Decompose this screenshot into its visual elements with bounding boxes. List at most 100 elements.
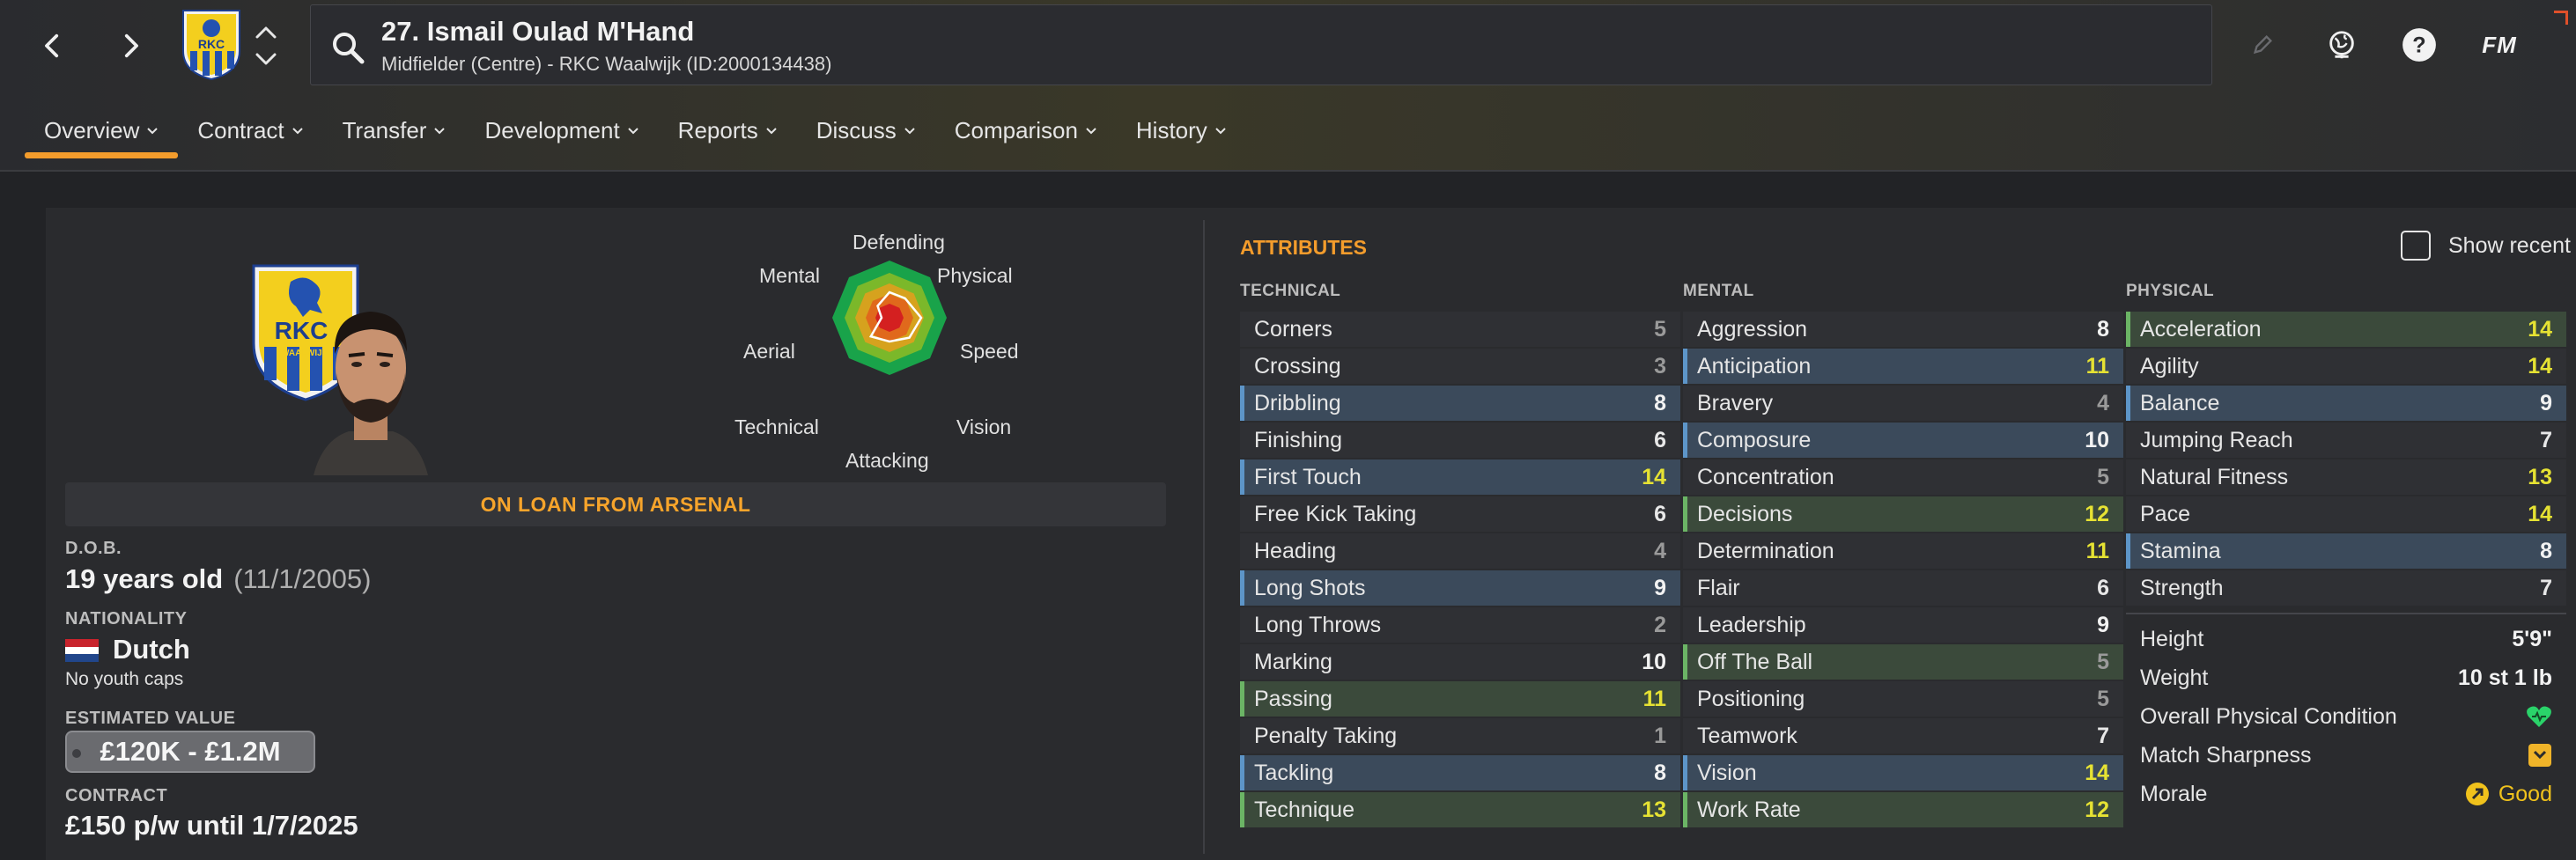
attribute-row-technical[interactable]: First Touch 14 bbox=[1240, 459, 1680, 495]
attribute-row-technical[interactable]: Long Shots 9 bbox=[1240, 570, 1680, 606]
attribute-row-technical[interactable]: Dribbling 8 bbox=[1240, 386, 1680, 421]
svg-text:RKC: RKC bbox=[198, 37, 225, 51]
tab-comparison[interactable]: Comparison bbox=[935, 106, 1117, 155]
help-icon[interactable]: ? bbox=[2399, 25, 2439, 65]
contract-value[interactable]: £150 p/w until 1/7/2025 bbox=[65, 810, 358, 842]
tab-development[interactable]: Development bbox=[465, 106, 658, 155]
player-search-box[interactable]: 27. Ismail Oulad M'Hand Midfielder (Cent… bbox=[310, 4, 2212, 85]
tab-history[interactable]: History bbox=[1117, 106, 1246, 155]
tab-label: Contract bbox=[197, 116, 284, 143]
technical-header: TECHNICAL bbox=[1240, 282, 1341, 300]
attribute-value: 9 bbox=[2097, 612, 2109, 637]
attribute-row-mental[interactable]: Off The Ball 5 bbox=[1683, 644, 2123, 680]
attribute-row-mental[interactable]: Positioning 5 bbox=[1683, 681, 2123, 717]
attribute-row-mental[interactable]: Concentration 5 bbox=[1683, 459, 2123, 495]
attribute-name: Flair bbox=[1697, 575, 1740, 600]
attribute-name: Vision bbox=[1697, 760, 1757, 785]
tab-transfer[interactable]: Transfer bbox=[323, 106, 466, 155]
attribute-row-mental[interactable]: Leadership 9 bbox=[1683, 607, 2123, 643]
attribute-row-physical[interactable]: Jumping Reach 7 bbox=[2126, 423, 2566, 458]
attribute-name: Positioning bbox=[1697, 686, 1805, 711]
attribute-row-technical[interactable]: Corners 5 bbox=[1240, 312, 1680, 347]
attribute-name: Leadership bbox=[1697, 612, 1806, 637]
attribute-row-mental[interactable]: Decisions 12 bbox=[1683, 496, 2123, 532]
morale-row[interactable]: Morale Good bbox=[2126, 776, 2566, 812]
attribute-row-physical[interactable]: Stamina 8 bbox=[2126, 533, 2566, 569]
corner-marker bbox=[2554, 11, 2568, 25]
attribute-value: 4 bbox=[1654, 538, 1666, 563]
globe-icon[interactable] bbox=[2321, 25, 2362, 65]
attribute-row-technical[interactable]: Free Kick Taking 6 bbox=[1240, 496, 1680, 532]
attribute-row-technical[interactable]: Technique 13 bbox=[1240, 792, 1680, 827]
chevron-down-icon bbox=[766, 128, 777, 135]
attribute-row-mental[interactable]: Flair 6 bbox=[1683, 570, 2123, 606]
chevron-badge-icon bbox=[2528, 743, 2552, 768]
edit-pencil-icon[interactable] bbox=[2242, 25, 2283, 65]
radar-label-speed: Speed bbox=[960, 340, 1019, 363]
attribute-row-technical[interactable]: Penalty Taking 1 bbox=[1240, 718, 1680, 753]
search-icon[interactable] bbox=[328, 28, 367, 67]
player-name-title: 27. Ismail Oulad M'Hand bbox=[381, 16, 695, 47]
attribute-row-physical[interactable]: Agility 14 bbox=[2126, 349, 2566, 384]
attribute-row-mental[interactable]: Vision 14 bbox=[1683, 755, 2123, 790]
attribute-row-mental[interactable]: Teamwork 7 bbox=[1683, 718, 2123, 753]
chevron-down-icon bbox=[904, 128, 915, 135]
attribute-name: Acceleration bbox=[2140, 316, 2262, 342]
condition-row[interactable]: Overall Physical Condition bbox=[2126, 699, 2566, 734]
tab-discuss[interactable]: Discuss bbox=[797, 106, 935, 155]
estimated-value-tag[interactable]: £120K - £1.2M bbox=[65, 731, 315, 773]
attribute-row-technical[interactable]: Heading 4 bbox=[1240, 533, 1680, 569]
attribute-row-technical[interactable]: Tackling 8 bbox=[1240, 755, 1680, 790]
radar-label-vision: Vision bbox=[956, 415, 1012, 438]
fm-logo-icon[interactable]: FM bbox=[2475, 25, 2524, 65]
attribute-row-physical[interactable]: Acceleration 14 bbox=[2126, 312, 2566, 347]
attribute-row-mental[interactable]: Determination 11 bbox=[1683, 533, 2123, 569]
attributes-title: ATTRIBUTES bbox=[1240, 236, 1367, 259]
sharpness-row[interactable]: Match Sharpness bbox=[2126, 738, 2566, 773]
attribute-value: 14 bbox=[2528, 501, 2552, 526]
attribute-row-technical[interactable]: Crossing 3 bbox=[1240, 349, 1680, 384]
tab-label: History bbox=[1135, 116, 1207, 143]
attribute-row-technical[interactable]: Passing 11 bbox=[1240, 681, 1680, 717]
estimated-value-label: ESTIMATED VALUE bbox=[65, 709, 236, 728]
attribute-row-physical[interactable]: Strength 7 bbox=[2126, 570, 2566, 606]
physical-attributes: Acceleration 14 Agility 14 Balance 9 Jumping R… bbox=[2126, 312, 2566, 607]
attribute-name: Work Rate bbox=[1697, 797, 1801, 822]
tab-reports[interactable]: Reports bbox=[659, 106, 797, 155]
show-recent-toggle[interactable]: Show recent bbox=[2401, 231, 2571, 261]
show-recent-label: Show recent bbox=[2448, 232, 2571, 258]
morale-text: Good bbox=[2498, 781, 2552, 806]
attribute-name: Marking bbox=[1254, 649, 1332, 674]
contract-label: CONTRACT bbox=[65, 786, 168, 805]
loan-status-banner[interactable]: ON LOAN FROM ARSENAL bbox=[65, 482, 1166, 526]
attribute-value: 9 bbox=[1654, 575, 1666, 600]
attribute-row-physical[interactable]: Pace 14 bbox=[2126, 496, 2566, 532]
player-switch-icon[interactable] bbox=[248, 18, 284, 74]
attribute-row-technical[interactable]: Finishing 6 bbox=[1240, 423, 1680, 458]
attribute-row-mental[interactable]: Anticipation 11 bbox=[1683, 349, 2123, 384]
dob-label: D.O.B. bbox=[65, 539, 122, 558]
attribute-row-mental[interactable]: Aggression 8 bbox=[1683, 312, 2123, 347]
nationality-text: Dutch bbox=[113, 634, 190, 665]
attribute-row-mental[interactable]: Work Rate 12 bbox=[1683, 792, 2123, 827]
back-arrow-icon[interactable] bbox=[26, 19, 79, 72]
attribute-row-technical[interactable]: Long Throws 2 bbox=[1240, 607, 1680, 643]
morale-label: Morale bbox=[2140, 781, 2208, 806]
attribute-row-physical[interactable]: Balance 9 bbox=[2126, 386, 2566, 421]
attribute-value: 12 bbox=[2085, 501, 2109, 526]
condition-label: Overall Physical Condition bbox=[2140, 703, 2397, 729]
tab-label: Reports bbox=[677, 116, 758, 143]
tab-overview[interactable]: Overview bbox=[25, 106, 179, 158]
tab-contract[interactable]: Contract bbox=[178, 106, 322, 155]
checkbox-icon[interactable] bbox=[2401, 231, 2431, 261]
forward-arrow-icon[interactable] bbox=[104, 19, 157, 72]
club-crest-icon[interactable]: RKC bbox=[181, 9, 241, 81]
attribute-row-mental[interactable]: Bravery 4 bbox=[1683, 386, 2123, 421]
technical-attributes: Corners 5 Crossing 3 Dribbling 8 Finishing 6 Fir… bbox=[1240, 312, 1680, 829]
attribute-value: 9 bbox=[2540, 390, 2552, 415]
nationality-value[interactable]: Dutch bbox=[65, 634, 190, 665]
attribute-row-technical[interactable]: Marking 10 bbox=[1240, 644, 1680, 680]
attribute-name: Long Shots bbox=[1254, 575, 1366, 600]
attribute-row-physical[interactable]: Natural Fitness 13 bbox=[2126, 459, 2566, 495]
attribute-row-mental[interactable]: Composure 10 bbox=[1683, 423, 2123, 458]
